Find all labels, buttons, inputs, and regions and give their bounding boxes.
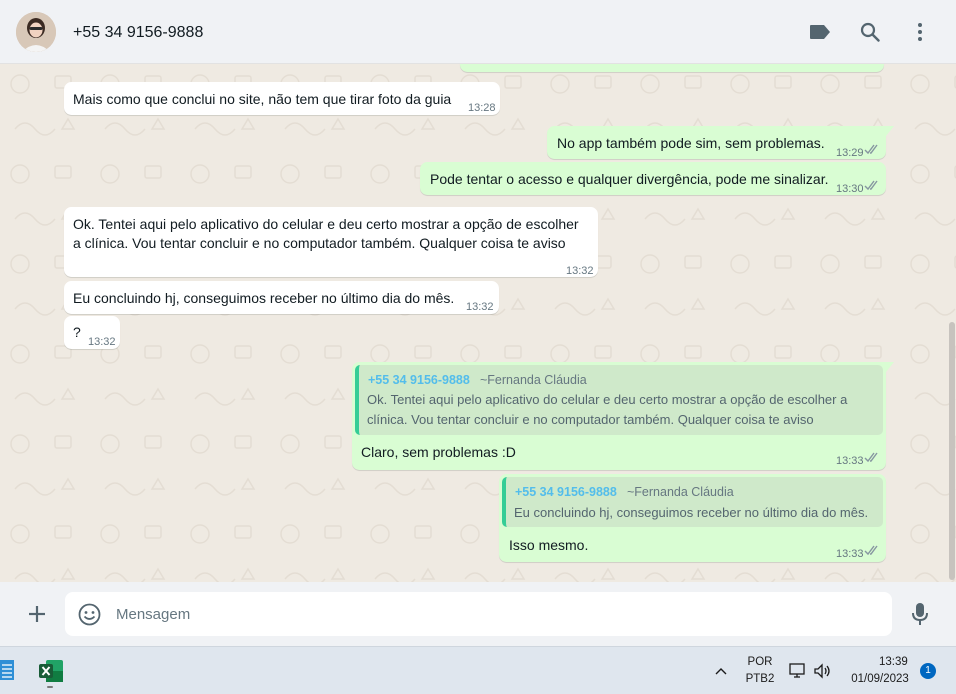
network-icon[interactable]: [788, 661, 808, 681]
message-time: 13:32: [466, 301, 494, 313]
message-input[interactable]: [116, 592, 856, 636]
read-ticks-icon: [864, 545, 878, 556]
windows-taskbar: POR PTB2 13:39 01/09/2023 1: [0, 646, 956, 694]
quoted-author: +55 34 9156-9888: [368, 373, 470, 387]
label-icon[interactable]: [808, 20, 832, 44]
excel-taskbar-icon[interactable]: [38, 658, 64, 688]
quoted-message[interactable]: +55 34 9156-9888 ~Fernanda Cláudia Ok. T…: [355, 365, 883, 435]
message-time: 13:32: [88, 336, 116, 348]
message-text: Isso mesmo.: [509, 537, 589, 553]
message-outgoing[interactable]: Pode tentar o acesso e qualquer divergên…: [420, 162, 886, 195]
message-text: No app também pode sim, sem problemas.: [557, 135, 825, 151]
quoted-pushname: ~Fernanda Cláudia: [480, 373, 587, 387]
chat-scrollbar[interactable]: [949, 322, 955, 580]
quoted-author: +55 34 9156-9888: [515, 485, 617, 499]
message-text: Claro, sem problemas :D: [361, 444, 516, 460]
plus-icon[interactable]: [26, 603, 48, 625]
message-composer: [0, 582, 956, 646]
message-time: 13:33: [836, 455, 864, 467]
clock-date[interactable]: 01/09/2023: [845, 673, 915, 685]
message-text-line: Ok. Tentei aqui pelo aplicativo do celul…: [73, 216, 579, 232]
message-text: Eu concluindo hj, conseguimos receber no…: [73, 290, 455, 306]
message-incoming[interactable]: Ok. Tentei aqui pelo aplicativo do celul…: [64, 207, 598, 277]
message-text: Pode tentar o acesso e qualquer divergên…: [430, 171, 829, 187]
read-ticks-icon: [864, 180, 878, 191]
quoted-message[interactable]: +55 34 9156-9888 ~Fernanda Cláudia Eu co…: [502, 477, 883, 527]
chevron-up-icon[interactable]: [714, 664, 728, 676]
message-incoming[interactable]: Eu concluindo hj, conseguimos receber no…: [64, 281, 499, 314]
quoted-text: Eu concluindo hj, conseguimos receber no…: [514, 505, 869, 520]
message-text: ?: [73, 324, 81, 340]
quoted-text-line: Ok. Tentei aqui pelo aplicativo do celul…: [367, 392, 848, 407]
running-indicator: [47, 686, 53, 688]
message-time: 13:30: [836, 183, 864, 195]
message-outgoing[interactable]: No app também pode sim, sem problemas. 1…: [547, 126, 894, 159]
mic-icon[interactable]: [910, 602, 930, 626]
quoted-text-line: clínica. Vou tentar concluir e no comput…: [367, 412, 814, 427]
bubble-tail: [886, 126, 894, 136]
message-text: Mais como que conclui no site, não tem q…: [73, 91, 452, 107]
message-time: 13:32: [566, 265, 594, 277]
emoji-icon[interactable]: [78, 603, 101, 626]
read-ticks-icon: [864, 452, 878, 463]
message-incoming[interactable]: ? 13:32: [64, 316, 120, 349]
message-time: 13:33: [836, 548, 864, 560]
menu-icon[interactable]: [908, 20, 932, 44]
message-list[interactable]: Mais como que conclui no site, não tem q…: [0, 64, 956, 582]
message-outgoing-reply[interactable]: +55 34 9156-9888 ~Fernanda Cláudia Ok. T…: [352, 362, 894, 470]
message-outgoing-reply[interactable]: +55 34 9156-9888 ~Fernanda Cláudia Eu co…: [499, 474, 886, 562]
message-time: 13:29: [836, 147, 864, 159]
read-ticks-icon: [864, 144, 878, 155]
keyboard-layout[interactable]: PTB2: [740, 673, 780, 685]
bubble-tail: [886, 362, 894, 372]
message-text-line: a clínica. Vou tentar concluir e no comp…: [73, 235, 566, 251]
message-time: 13:28: [468, 102, 496, 114]
message-bubble-partial[interactable]: [460, 64, 884, 72]
contact-avatar[interactable]: [16, 12, 56, 52]
notification-badge[interactable]: 1: [920, 663, 936, 679]
notepad-taskbar-icon[interactable]: [0, 659, 16, 681]
chat-header: +55 34 9156-9888: [0, 0, 956, 64]
volume-icon[interactable]: [812, 661, 832, 681]
message-incoming[interactable]: Mais como que conclui no site, não tem q…: [64, 82, 500, 115]
contact-name[interactable]: +55 34 9156-9888: [73, 24, 203, 42]
quoted-pushname: ~Fernanda Cláudia: [627, 485, 734, 499]
language-indicator[interactable]: POR: [740, 656, 780, 668]
message-input-box[interactable]: [65, 592, 892, 636]
search-icon[interactable]: [858, 20, 882, 44]
